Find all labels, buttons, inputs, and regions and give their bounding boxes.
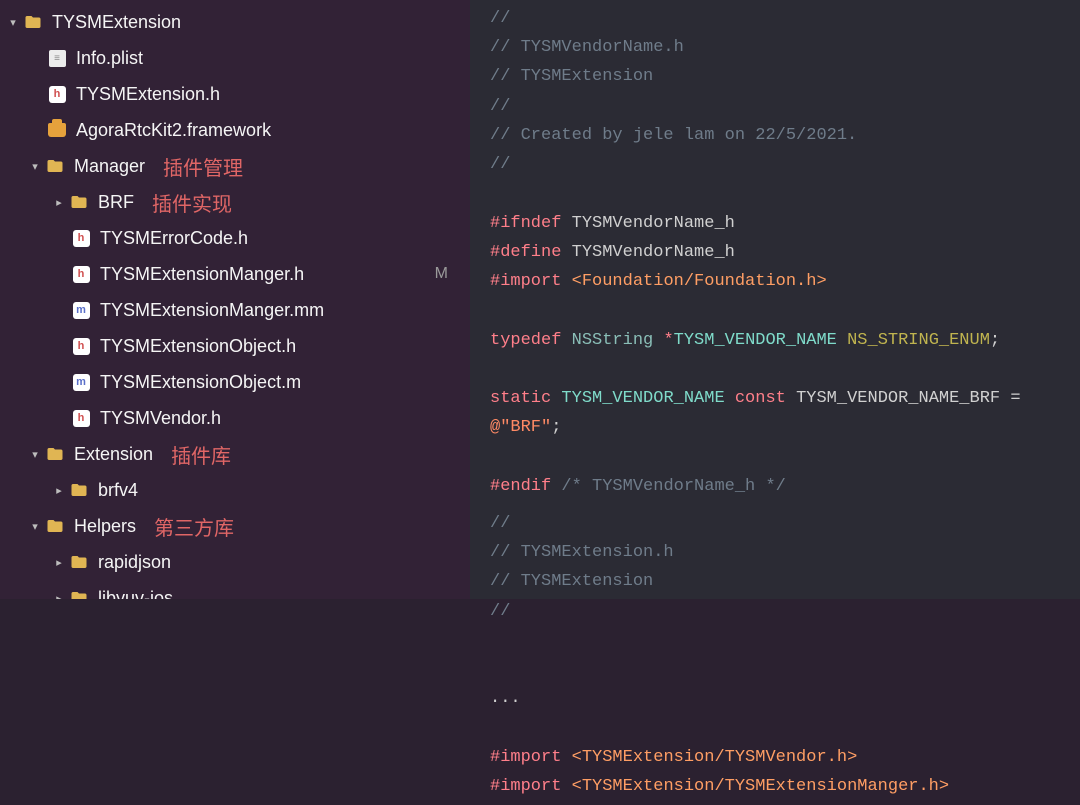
chevron-down-icon[interactable]: ▾ xyxy=(28,160,42,173)
header-file-icon: h xyxy=(70,266,92,283)
code-line: // TYSMExtension xyxy=(490,567,1080,596)
file-tysmextension-h[interactable]: h TYSMExtension.h xyxy=(0,76,470,112)
file-extobject-m[interactable]: m TYSMExtensionObject.m xyxy=(0,364,470,400)
file-vendor-h[interactable]: h TYSMVendor.h xyxy=(0,400,470,436)
annotation-label: 插件实现 xyxy=(152,188,232,217)
chevron-right-icon[interactable]: ▸ xyxy=(52,592,66,600)
chevron-down-icon[interactable]: ▾ xyxy=(28,520,42,533)
folder-icon xyxy=(44,445,66,463)
folder-label: BRF xyxy=(98,192,134,213)
file-navigator[interactable]: ▾ TYSMExtension ≡ Info.plist h TYSMExten… xyxy=(0,0,470,599)
folder-label: libyuv-ios xyxy=(98,588,173,600)
code-blank-line xyxy=(490,655,1080,684)
folder-icon xyxy=(44,517,66,535)
code-line: // xyxy=(490,509,1080,538)
code-line: // xyxy=(490,597,1080,626)
file-extmanager-mm[interactable]: m TYSMExtensionManger.mm xyxy=(0,292,470,328)
chevron-right-icon[interactable]: ▸ xyxy=(52,556,66,569)
file-label: TYSMExtensionManger.mm xyxy=(100,300,324,321)
folder-brfv4[interactable]: ▸ brfv4 xyxy=(0,472,470,508)
chevron-right-icon[interactable]: ▸ xyxy=(52,196,66,209)
annotation-label: 插件管理 xyxy=(163,152,243,181)
code-line: #import <TYSMExtension/TYSMExtensionMang… xyxy=(490,772,1080,801)
code-blank-line xyxy=(490,626,1080,655)
folder-icon xyxy=(68,193,90,211)
chevron-down-icon[interactable]: ▾ xyxy=(28,448,42,461)
header-file-icon: h xyxy=(70,338,92,355)
folder-label: rapidjson xyxy=(98,552,171,573)
code-line: #import <Foundation/Foundation.h> xyxy=(490,267,1080,296)
folder-extension[interactable]: ▾ Extension 插件库 xyxy=(0,436,470,472)
code-line: // TYSMExtension.h xyxy=(490,538,1080,567)
code-blank-line xyxy=(490,355,1080,384)
header-file-icon: h xyxy=(46,86,68,103)
header-file-icon: h xyxy=(70,230,92,247)
folder-icon xyxy=(68,589,90,599)
file-label: TYSMVendor.h xyxy=(100,408,221,429)
code-line: // xyxy=(490,150,1080,179)
folder-icon xyxy=(68,553,90,571)
impl-file-icon: m xyxy=(70,302,92,319)
code-line: // xyxy=(490,92,1080,121)
folder-label: Extension xyxy=(74,444,153,465)
code-blank-line xyxy=(490,714,1080,743)
file-label: TYSMExtensionObject.m xyxy=(100,372,301,393)
file-extmanager-h[interactable]: h TYSMExtensionManger.h M xyxy=(0,256,470,292)
folder-label: TYSMExtension xyxy=(52,12,181,33)
file-label: Info.plist xyxy=(76,48,143,69)
code-line: // TYSMVendorName.h xyxy=(490,33,1080,62)
code-line: typedef NSString *TYSM_VENDOR_NAME NS_ST… xyxy=(490,326,1080,355)
code-line: #define TYSMVendorName_h xyxy=(490,238,1080,267)
chevron-right-icon[interactable]: ▸ xyxy=(52,484,66,497)
folder-manager[interactable]: ▾ Manager 插件管理 xyxy=(0,148,470,184)
chevron-down-icon[interactable]: ▾ xyxy=(6,16,20,29)
folder-root[interactable]: ▾ TYSMExtension xyxy=(0,4,470,40)
code-line: // TYSMExtension xyxy=(490,62,1080,91)
folder-icon xyxy=(44,157,66,175)
file-label: TYSMExtensionObject.h xyxy=(100,336,296,357)
vcs-modified-badge: M xyxy=(435,265,448,283)
editor-pane-bottom[interactable]: // // TYSMExtension.h // TYSMExtension /… xyxy=(470,505,1080,805)
file-label: AgoraRtcKit2.framework xyxy=(76,120,271,141)
header-file-icon: h xyxy=(70,410,92,427)
code-fold-ellipsis[interactable]: ... xyxy=(490,684,1080,713)
code-line: // Created by jele lam on 22/5/2021. xyxy=(490,121,1080,150)
code-line: // xyxy=(490,4,1080,33)
impl-file-icon: m xyxy=(70,374,92,391)
framework-icon xyxy=(46,123,68,137)
file-errorcode-h[interactable]: h TYSMErrorCode.h xyxy=(0,220,470,256)
code-blank-line xyxy=(490,443,1080,472)
plist-icon: ≡ xyxy=(46,50,68,67)
file-label: TYSMErrorCode.h xyxy=(100,228,248,249)
folder-label: Manager xyxy=(74,156,145,177)
folder-libyuv[interactable]: ▸ libyuv-ios xyxy=(0,580,470,599)
editor-pane-top[interactable]: // // TYSMVendorName.h // TYSMExtension … xyxy=(470,0,1080,505)
code-line: static TYSM_VENDOR_NAME const TYSM_VENDO… xyxy=(490,384,1080,442)
folder-label: Helpers xyxy=(74,516,136,537)
file-label: TYSMExtension.h xyxy=(76,84,220,105)
code-line: #import <TYSMExtension/TYSMVendor.h> xyxy=(490,743,1080,772)
file-extobject-h[interactable]: h TYSMExtensionObject.h xyxy=(0,328,470,364)
folder-label: brfv4 xyxy=(98,480,138,501)
folder-brf[interactable]: ▸ BRF 插件实现 xyxy=(0,184,470,220)
folder-icon xyxy=(68,481,90,499)
file-label: TYSMExtensionManger.h xyxy=(100,264,304,285)
code-blank-line xyxy=(490,179,1080,208)
code-editor-split: // // TYSMVendorName.h // TYSMExtension … xyxy=(470,0,1080,599)
file-agora-framework[interactable]: AgoraRtcKit2.framework xyxy=(0,112,470,148)
file-info-plist[interactable]: ≡ Info.plist xyxy=(0,40,470,76)
annotation-label: 第三方库 xyxy=(154,512,234,541)
code-line: #ifndef TYSMVendorName_h xyxy=(490,209,1080,238)
folder-rapidjson[interactable]: ▸ rapidjson xyxy=(0,544,470,580)
code-blank-line xyxy=(490,296,1080,325)
code-line: #endif /* TYSMVendorName_h */ xyxy=(490,472,1080,501)
folder-helpers[interactable]: ▾ Helpers 第三方库 xyxy=(0,508,470,544)
annotation-label: 插件库 xyxy=(171,440,231,469)
folder-icon xyxy=(22,13,44,31)
